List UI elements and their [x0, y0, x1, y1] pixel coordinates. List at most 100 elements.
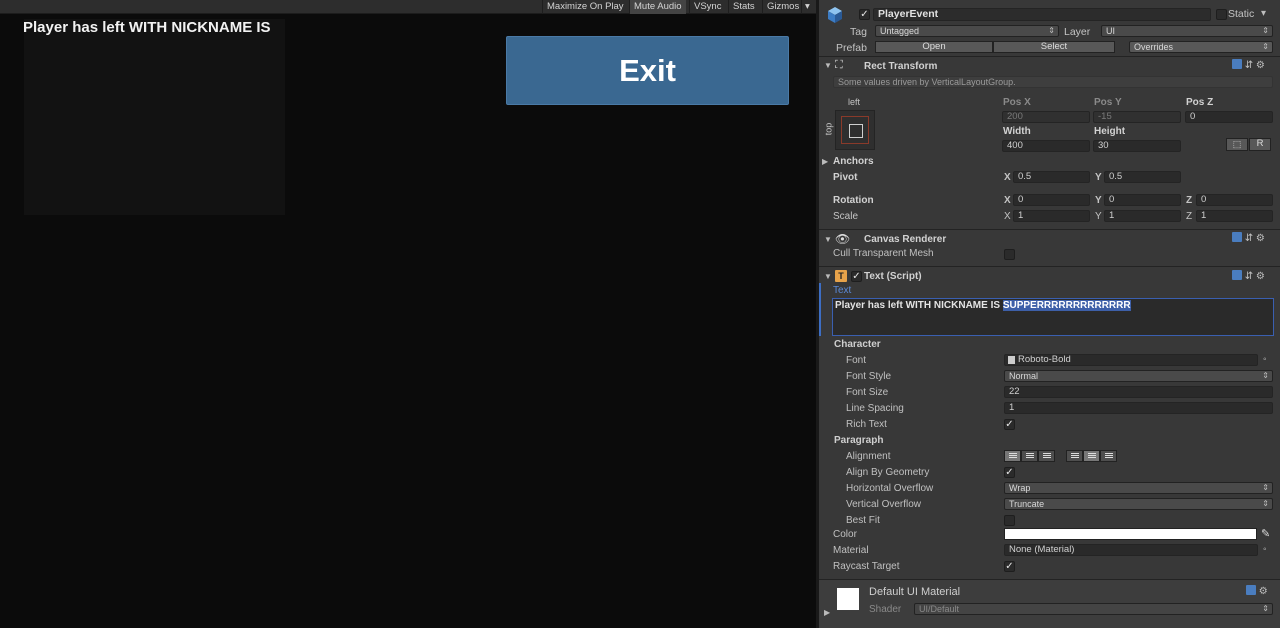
pivot-x-field[interactable]: 0.5: [1013, 171, 1090, 183]
help-book-icon[interactable]: [1232, 59, 1242, 69]
blueprint-mode-button[interactable]: ⬚: [1226, 138, 1248, 151]
rotation-z-axis-label: Z: [1186, 195, 1193, 206]
horizontal-overflow-dropdown[interactable]: Wrap: [1004, 482, 1273, 494]
pos-x-label: Pos X: [1003, 97, 1031, 108]
text-enabled-checkbox[interactable]: ✓: [851, 271, 862, 282]
help-book-icon[interactable]: [1246, 585, 1256, 595]
best-fit-label: Best Fit: [846, 515, 880, 526]
align-top-button[interactable]: [1066, 450, 1083, 462]
canvas-renderer-header-icons[interactable]: ⇵ ⚙: [1232, 232, 1265, 244]
rich-text-label: Rich Text: [846, 419, 887, 430]
scale-y-axis-label: Y: [1095, 211, 1102, 222]
maximize-on-play-toggle[interactable]: Maximize On Play: [542, 0, 628, 14]
raycast-target-label: Raycast Target: [833, 561, 900, 572]
canvas-renderer-foldout-icon[interactable]: ▼: [824, 235, 832, 244]
stats-toggle[interactable]: Stats: [728, 0, 759, 14]
align-right-button[interactable]: [1038, 450, 1055, 462]
tag-label: Tag: [850, 26, 867, 38]
anchor-presets-button[interactable]: [835, 110, 875, 150]
material-name: Default UI Material: [869, 586, 961, 598]
font-field[interactable]: Roboto-Bold: [1004, 354, 1258, 366]
static-dropdown-icon[interactable]: ▾: [1261, 8, 1266, 19]
material-picker-icon[interactable]: ◦: [1263, 544, 1267, 555]
rect-transform-foldout-icon[interactable]: ▼: [824, 61, 832, 70]
rotation-x-axis-label: X: [1004, 195, 1011, 206]
pivot-y-field[interactable]: 0.5: [1104, 171, 1181, 183]
layer-dropdown[interactable]: UI: [1101, 25, 1273, 37]
material-header-icons[interactable]: ⚙: [1246, 585, 1268, 597]
anchors-label[interactable]: Anchors: [833, 156, 874, 167]
vertical-overflow-dropdown[interactable]: Truncate: [1004, 498, 1273, 510]
font-picker-icon[interactable]: ◦: [1263, 354, 1267, 365]
gizmos-toggle[interactable]: Gizmos: [762, 0, 803, 14]
scale-label: Scale: [833, 211, 859, 222]
rotation-z-field[interactable]: 0: [1196, 194, 1273, 206]
focus-indicator: [819, 283, 821, 336]
material-foldout-icon[interactable]: ▶: [824, 608, 830, 617]
raw-edit-button[interactable]: R: [1249, 138, 1271, 151]
align-left-button[interactable]: [1004, 450, 1021, 462]
text-area-value: Player has left WITH NICKNAME IS: [835, 300, 1003, 311]
text-area[interactable]: Player has left WITH NICKNAME IS SUPPERR…: [832, 298, 1274, 336]
font-size-field[interactable]: 22: [1004, 386, 1273, 398]
help-book-icon[interactable]: [1232, 270, 1242, 280]
line-spacing-field[interactable]: 1: [1004, 402, 1273, 414]
raycast-target-checkbox[interactable]: ✓: [1004, 561, 1015, 572]
prefab-select-button[interactable]: Select: [993, 41, 1115, 53]
align-center-button[interactable]: [1021, 450, 1038, 462]
cull-transparent-mesh-checkbox[interactable]: [1004, 249, 1015, 260]
scale-x-field[interactable]: 1: [1013, 210, 1090, 222]
object-name-field[interactable]: PlayerEvent: [873, 8, 1211, 21]
best-fit-checkbox[interactable]: [1004, 515, 1015, 526]
pos-x-field: 200: [1002, 111, 1090, 123]
exit-button[interactable]: Exit: [506, 36, 789, 105]
layer-label: Layer: [1064, 26, 1091, 38]
gizmos-dropdown-icon[interactable]: ▾: [801, 0, 816, 14]
vsync-toggle[interactable]: VSync: [689, 0, 725, 14]
rotation-x-field[interactable]: 0: [1013, 194, 1090, 206]
height-label: Height: [1094, 126, 1126, 137]
player-event-text: Player has left WITH NICKNAME IS: [23, 19, 271, 36]
text-script-foldout-icon[interactable]: ▼: [824, 272, 832, 281]
rect-transform-header-icons[interactable]: ⇵ ⚙: [1232, 59, 1265, 71]
eyedropper-icon[interactable]: ✎: [1261, 527, 1270, 540]
character-section-label: Character: [834, 339, 881, 350]
static-checkbox[interactable]: [1216, 9, 1227, 20]
material-field[interactable]: None (Material): [1004, 544, 1258, 556]
active-checkbox[interactable]: ✓: [859, 9, 870, 20]
game-view-toolbar: Maximize On Play Mute Audio VSync Stats …: [0, 0, 816, 14]
align-by-geometry-checkbox[interactable]: ✓: [1004, 467, 1015, 478]
mute-audio-toggle[interactable]: Mute Audio: [629, 0, 686, 14]
pivot-x-axis-label: X: [1004, 172, 1011, 183]
width-field[interactable]: 400: [1002, 140, 1090, 152]
align-middle-button[interactable]: [1083, 450, 1100, 462]
pivot-y-axis-label: Y: [1095, 172, 1102, 183]
scale-y-field[interactable]: 1: [1104, 210, 1181, 222]
scale-z-field[interactable]: 1: [1196, 210, 1273, 222]
gameobject-cube-icon: [826, 6, 844, 24]
anchors-foldout-icon[interactable]: ▶: [822, 157, 828, 166]
canvas-renderer-title: Canvas Renderer: [864, 234, 947, 245]
rotation-y-field[interactable]: 0: [1104, 194, 1181, 206]
color-swatch[interactable]: [1004, 528, 1257, 540]
font-style-dropdown[interactable]: Normal: [1004, 370, 1273, 382]
prefab-overrides-dropdown[interactable]: Overrides: [1129, 41, 1273, 53]
prefab-open-button[interactable]: Open: [875, 41, 993, 53]
paragraph-section-label: Paragraph: [834, 435, 884, 446]
pos-z-field[interactable]: 0: [1185, 111, 1273, 123]
text-field-label: Text: [833, 285, 852, 296]
divider: [819, 266, 1280, 267]
shader-dropdown[interactable]: UI/Default: [914, 603, 1273, 615]
eye-icon: 👁: [835, 232, 851, 246]
text-script-header-icons[interactable]: ⇵ ⚙: [1232, 270, 1265, 282]
material-label: Material: [833, 545, 869, 556]
height-field[interactable]: 30: [1093, 140, 1181, 152]
help-book-icon[interactable]: [1232, 232, 1242, 242]
material-preview-icon: [837, 588, 859, 610]
rich-text-checkbox[interactable]: ✓: [1004, 419, 1015, 430]
tag-dropdown[interactable]: Untagged: [875, 25, 1059, 37]
align-bottom-button[interactable]: [1100, 450, 1117, 462]
shader-label: Shader: [869, 604, 902, 615]
text-script-title: Text (Script): [864, 271, 922, 282]
scale-x-axis-label: X: [1004, 211, 1011, 222]
